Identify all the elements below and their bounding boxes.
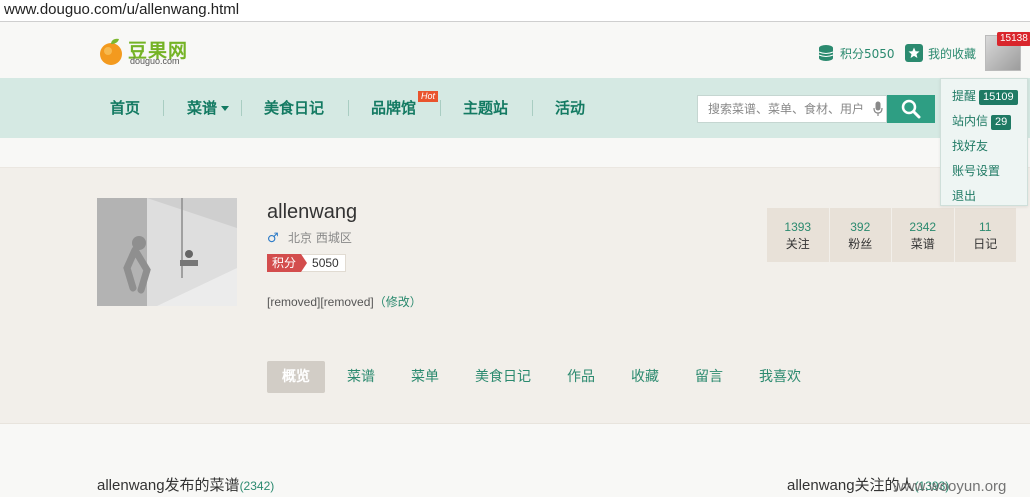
watermark: www.wooyun.org [893,478,1007,495]
header-points-link[interactable]: 积分5050 [818,44,895,62]
profile-section: allenwang ♂ 北京 西城区 积分 5050 [removed][rem… [0,168,1030,423]
nav-recipes-label: 菜谱 [187,99,218,117]
nav-divider [440,100,441,116]
search-button[interactable] [887,95,935,123]
recipes-count-link[interactable]: (2342) [240,479,275,493]
points-value: 5050 [301,254,346,272]
nav-home[interactable]: 首页 [110,97,140,119]
male-icon: ♂ [267,231,279,246]
stat-label: 日记 [973,237,998,251]
menu-item-remind[interactable]: 提醒 15109 [952,87,1018,105]
user-dropdown-menu: 提醒 15109 站内信 29 找好友 账号设置 退出 [940,78,1028,206]
stat-following[interactable]: 1393 关注 [767,208,830,262]
edit-intro-link[interactable]: （修改） [374,295,422,309]
content-area: allenwang发布的菜谱(2342) allenwang关注的人(1393) [0,423,1030,497]
notification-badge: 15138 [997,32,1030,46]
recipes-section-title: allenwang发布的菜谱(2342) [97,474,274,495]
stat-diaries[interactable]: 11 日记 [955,208,1017,262]
nav-themes[interactable]: 主题站 [463,97,508,119]
profile-intro: [removed][removed]（修改） [267,293,422,310]
header-favorites-label: 我的收藏 [928,46,977,61]
profile-stats: 1393 关注 392 粉丝 2342 菜谱 11 日记 [767,208,1016,262]
nav-food-diary[interactable]: 美食日记 [264,97,324,119]
tab-favorites[interactable]: 收藏 [631,361,659,393]
tab-overview[interactable]: 概览 [267,361,325,393]
tab-likes[interactable]: 我喜欢 [759,361,801,393]
top-header: 豆果网 douguo.com 积分5050 我的收藏 15138 [0,22,1030,78]
profile-location: 北京 西城区 [288,231,352,245]
tab-messages[interactable]: 留言 [695,361,723,393]
menu-item-logout[interactable]: 退出 [952,187,976,205]
tab-works[interactable]: 作品 [567,361,595,393]
nav-brands[interactable]: 品牌馆 [371,97,416,119]
star-icon [905,44,923,62]
search-icon [901,99,921,119]
menu-item-find-friends[interactable]: 找好友 [952,137,988,155]
orange-logo-icon [100,38,122,65]
profile-username: allenwang [267,201,358,223]
main-nav: 首页 菜谱 美食日记 品牌馆 Hot 主题站 活动 搜索菜谱、菜单、食材、用户 [0,78,1030,138]
nav-recipes[interactable]: 菜谱 [187,97,230,119]
nav-divider [348,100,349,116]
stat-recipes[interactable]: 2342 菜谱 [892,208,955,262]
stat-label: 菜谱 [910,237,935,251]
profile-avatar[interactable] [97,198,237,306]
hot-badge: Hot [418,91,439,102]
stat-number: 1393 [784,220,812,234]
nav-divider [532,100,533,116]
spacer-strip [0,138,1030,168]
stat-number: 11 [979,220,992,234]
menu-remind-label: 提醒 [952,89,977,103]
search-input[interactable]: 搜索菜谱、菜单、食材、用户 [697,95,887,123]
menu-item-account-settings[interactable]: 账号设置 [952,162,1000,180]
points-label: 积分 [267,254,308,272]
address-bar[interactable]: www.douguo.com/u/allenwang.html [0,0,1030,22]
header-favorites-link[interactable]: 我的收藏 [905,44,976,62]
recipes-title-text: allenwang发布的菜谱 [97,477,240,494]
tab-menus[interactable]: 菜单 [411,361,439,393]
nav-divider [163,100,164,116]
caret-down-icon [221,106,230,111]
tab-food-diary[interactable]: 美食日记 [475,361,531,393]
stat-fans[interactable]: 392 粉丝 [830,208,892,262]
stat-number: 2342 [909,220,937,234]
profile-points: 积分 5050 [267,254,346,272]
stat-label: 关注 [785,237,810,251]
nav-events[interactable]: 活动 [555,97,585,119]
messages-count-badge: 29 [991,115,1012,130]
remind-count-badge: 15109 [979,90,1018,105]
coins-icon [818,45,834,61]
menu-item-messages[interactable]: 站内信 29 [952,112,1012,130]
intro-text: [removed][removed] [267,295,374,309]
header-points-label: 积分5050 [840,46,895,61]
tab-recipes[interactable]: 菜谱 [347,361,375,393]
microphone-icon[interactable] [873,101,883,117]
site-logo[interactable]: 豆果网 douguo.com [96,34,196,68]
logo-text-en: douguo.com [130,56,180,66]
nav-divider [241,100,242,116]
menu-messages-label: 站内信 [952,114,989,128]
stat-number: 392 [850,220,871,234]
avatar-image [97,198,237,306]
stat-label: 粉丝 [848,237,873,251]
